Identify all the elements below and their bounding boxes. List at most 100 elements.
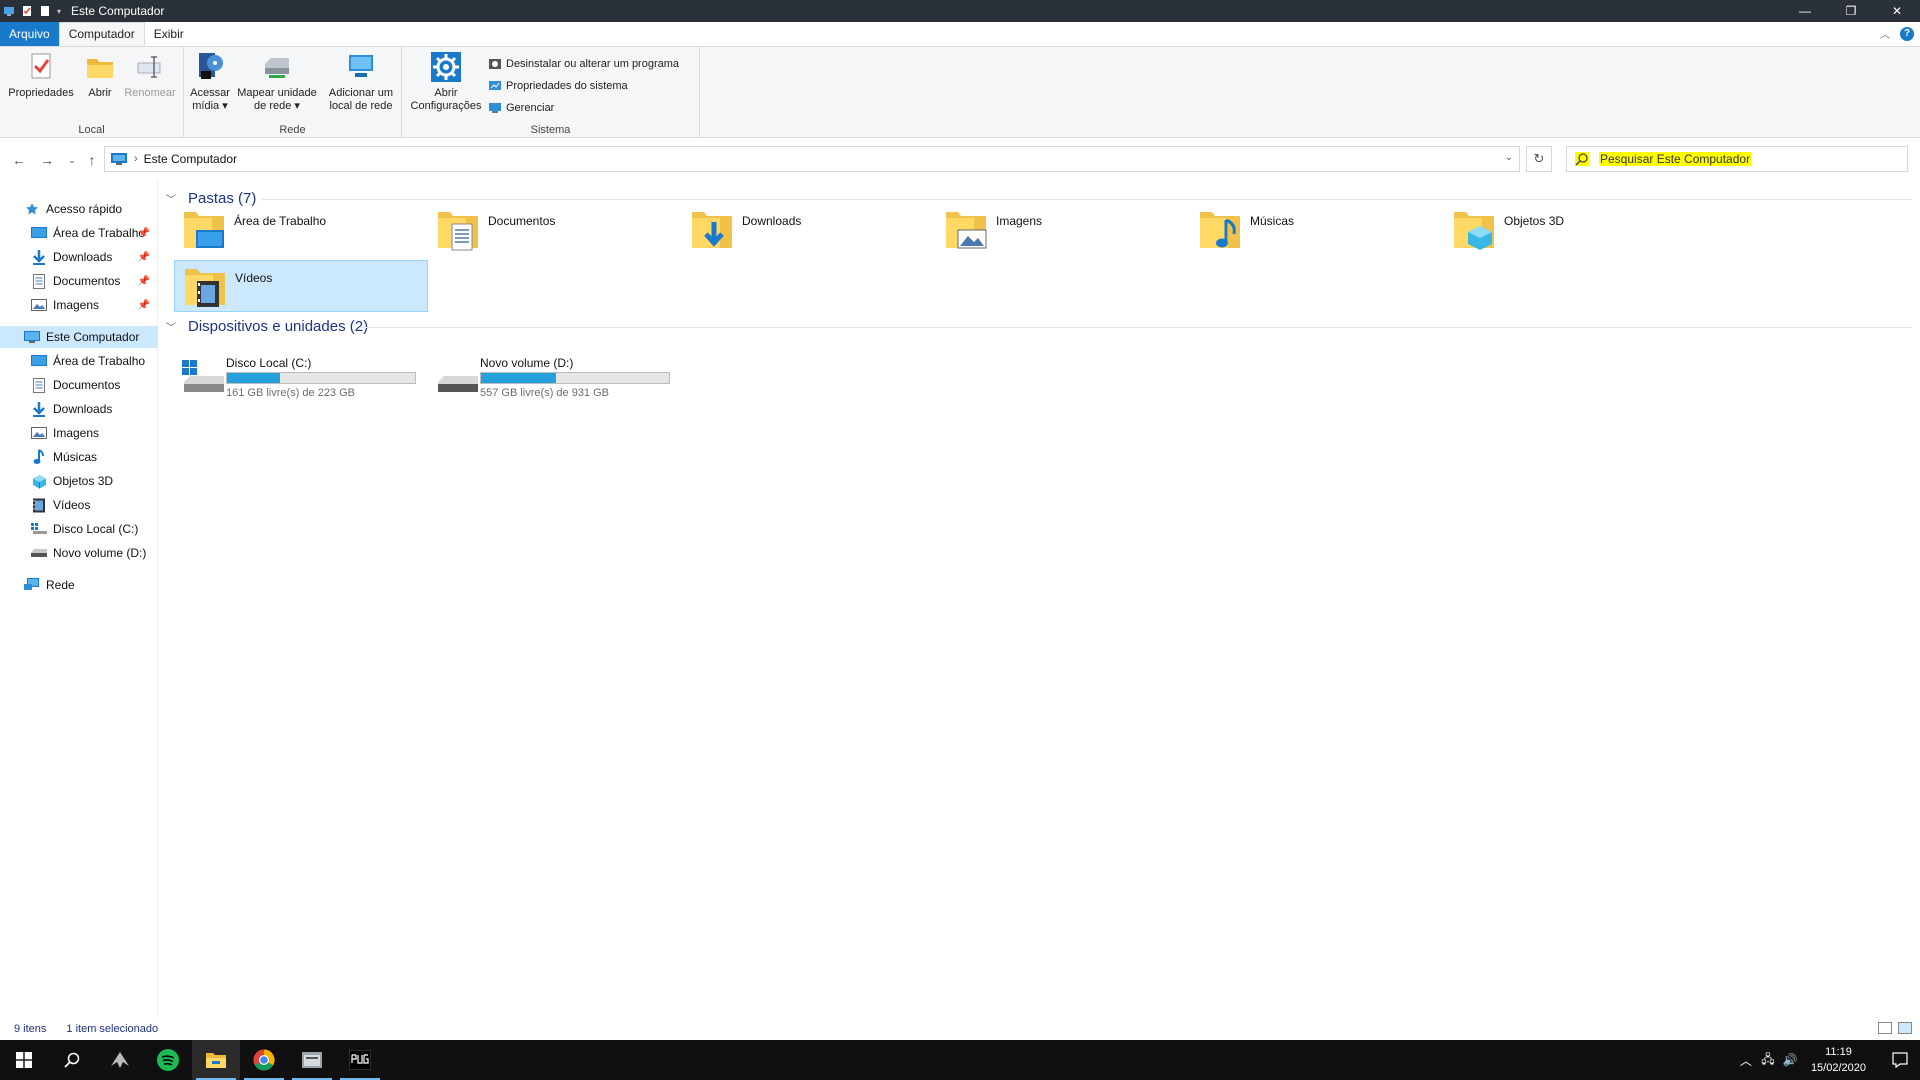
- clock[interactable]: 11:19 15/02/2020: [1811, 1044, 1866, 1076]
- image-icon: [31, 299, 47, 311]
- map-network-drive-button[interactable]: Mapear unidade de rede ▾: [234, 51, 320, 113]
- nav-pc-drive-c[interactable]: Disco Local (C:): [0, 518, 158, 540]
- folder-name: Músicas: [1250, 214, 1295, 228]
- breadcrumb-chevron-icon[interactable]: ›: [134, 153, 138, 165]
- access-media-button[interactable]: Acessar mídia ▾: [188, 51, 232, 113]
- show-hidden-icons-chevron-icon[interactable]: ︿: [1735, 1052, 1757, 1069]
- pin-icon[interactable]: 📌: [138, 228, 150, 239]
- nav-label: Este Computador: [46, 330, 140, 344]
- drives-section-header[interactable]: ﹀ Dispositivos e unidades (2): [166, 318, 368, 335]
- nav-pc-videos[interactable]: Vídeos: [0, 494, 158, 516]
- drives-header-label: Dispositivos e unidades (2): [188, 318, 369, 335]
- manage-button[interactable]: Gerenciar: [488, 101, 554, 115]
- pin-icon[interactable]: 📌: [138, 276, 150, 287]
- computer-icon[interactable]: [3, 5, 15, 17]
- properties-button[interactable]: Propriedades: [6, 51, 76, 100]
- collapse-chevron-icon[interactable]: ﹀: [166, 319, 178, 334]
- network-icon[interactable]: 🖧: [1757, 1050, 1779, 1071]
- group-local: Propriedades Abrir Renomear Local: [0, 47, 184, 138]
- minimize-button[interactable]: —: [1782, 0, 1828, 22]
- taskbar-app-spotify[interactable]: [144, 1040, 192, 1080]
- taskbar-app-aorus[interactable]: [96, 1040, 144, 1080]
- new-folder-icon[interactable]: [39, 5, 51, 17]
- pin-icon[interactable]: 📌: [138, 252, 150, 263]
- search-box[interactable]: Pesquisar Este Computador: [1566, 146, 1908, 172]
- nav-quick-documents[interactable]: Documentos 📌: [0, 270, 158, 292]
- status-bar: 9 itens 1 item selecionado: [0, 1018, 1920, 1040]
- taskbar-search-button[interactable]: [48, 1040, 96, 1080]
- nav-label: Vídeos: [53, 498, 91, 512]
- nav-pc-images[interactable]: Imagens: [0, 422, 158, 444]
- folder-videos[interactable]: Vídeos: [174, 260, 428, 312]
- navigation-pane: Acesso rápido Área de Trabalho 📌 Downloa…: [0, 180, 158, 1028]
- address-dropdown-chevron-icon[interactable]: ⌄: [1505, 152, 1513, 163]
- search-input[interactable]: Pesquisar Este Computador: [1599, 152, 1752, 166]
- nav-this-pc[interactable]: Este Computador: [0, 326, 158, 348]
- folder-name: Área de Trabalho: [234, 214, 327, 228]
- notification-center-icon[interactable]: [1880, 1052, 1920, 1068]
- taskbar-app-file-explorer[interactable]: [192, 1040, 240, 1080]
- add-network-location-button[interactable]: Adicionar um local de rede: [322, 51, 400, 113]
- customize-toolbar-chevron-icon[interactable]: ▾: [57, 7, 61, 16]
- nav-quick-access[interactable]: Acesso rápido: [0, 198, 158, 220]
- map-drive-icon: [265, 58, 289, 78]
- uninstall-label: Desinstalar ou alterar um programa: [506, 58, 680, 70]
- system-properties-button[interactable]: Propriedades do sistema: [488, 79, 628, 93]
- drive-c[interactable]: Disco Local (C:) 161 GB livre(s) de 223 …: [178, 352, 432, 404]
- drive-name: Disco Local (C:): [226, 356, 312, 370]
- cube-3d-icon: [32, 474, 46, 488]
- large-icons-view-icon[interactable]: [1898, 1022, 1912, 1034]
- help-icon[interactable]: ?: [1900, 26, 1914, 41]
- nav-pc-3d-objects[interactable]: Objetos 3D: [0, 470, 158, 492]
- taskbar-app-manager[interactable]: [288, 1040, 336, 1080]
- forward-arrow-icon[interactable]: →: [37, 150, 57, 170]
- network-icon: [24, 578, 39, 590]
- drive-d[interactable]: Novo volume (D:) 557 GB livre(s) de 931 …: [432, 352, 686, 404]
- taskbar-app-pubg[interactable]: [336, 1040, 384, 1080]
- nav-quick-images[interactable]: Imagens 📌: [0, 294, 158, 316]
- nav-pc-desktop[interactable]: Área de Trabalho: [0, 350, 158, 372]
- taskbar-app-chrome[interactable]: [240, 1040, 288, 1080]
- address-row: ← → ⌄ ↑ › Este Computador ⌄ ↻ Pesquisar …: [0, 138, 1920, 180]
- properties-check-icon[interactable]: [21, 5, 33, 17]
- nav-pc-drive-d[interactable]: Novo volume (D:): [0, 542, 158, 564]
- start-button[interactable]: [0, 1040, 48, 1080]
- details-view-icon[interactable]: [1878, 1022, 1892, 1034]
- manage-label: Gerenciar: [506, 102, 555, 114]
- nav-label: Downloads: [53, 402, 113, 416]
- collapse-ribbon-chevron-icon[interactable]: ︿: [1880, 26, 1890, 41]
- up-arrow-icon[interactable]: ↑: [82, 150, 102, 170]
- nav-pc-music[interactable]: Músicas: [0, 446, 158, 468]
- breadcrumb-location[interactable]: Este Computador: [144, 152, 237, 166]
- open-settings-button[interactable]: Abrir Configurações: [406, 51, 486, 113]
- nav-pc-documents[interactable]: Documentos: [0, 374, 158, 396]
- nav-quick-downloads[interactable]: Downloads 📌: [0, 246, 158, 268]
- folder-desktop[interactable]: Área de Trabalho: [174, 204, 428, 256]
- folder-3d-objects[interactable]: Objetos 3D: [1444, 204, 1698, 256]
- tab-arquivo[interactable]: Arquivo: [0, 22, 59, 46]
- volume-icon[interactable]: 🔊: [1779, 1053, 1801, 1067]
- close-button[interactable]: ✕: [1874, 0, 1920, 22]
- refresh-icon[interactable]: ↻: [1526, 146, 1552, 172]
- nav-label: Novo volume (D:): [53, 546, 147, 560]
- folder-name: Downloads: [742, 214, 802, 228]
- open-button[interactable]: Abrir: [80, 51, 120, 100]
- back-arrow-icon[interactable]: ←: [9, 150, 29, 170]
- rename-button[interactable]: Renomear: [120, 51, 180, 100]
- folder-music[interactable]: Músicas: [1190, 204, 1444, 256]
- recent-locations-chevron-icon[interactable]: ⌄: [62, 150, 82, 170]
- nav-pc-downloads[interactable]: Downloads: [0, 398, 158, 420]
- folder-downloads[interactable]: Downloads: [682, 204, 936, 256]
- folder-images[interactable]: Imagens: [936, 204, 1190, 256]
- uninstall-program-button[interactable]: Desinstalar ou alterar um programa: [488, 57, 679, 71]
- tab-exibir[interactable]: Exibir: [145, 22, 193, 46]
- properties-label: Propriedades: [8, 87, 74, 99]
- address-bar[interactable]: › Este Computador ⌄: [104, 146, 1520, 172]
- spotify-icon: [157, 1049, 179, 1071]
- nav-network[interactable]: Rede: [0, 574, 158, 596]
- tab-computador[interactable]: Computador: [58, 22, 145, 46]
- folder-documents[interactable]: Documentos: [428, 204, 682, 256]
- pin-icon[interactable]: 📌: [138, 300, 150, 311]
- restore-button[interactable]: ❐: [1828, 0, 1874, 22]
- nav-quick-desktop[interactable]: Área de Trabalho 📌: [0, 222, 158, 244]
